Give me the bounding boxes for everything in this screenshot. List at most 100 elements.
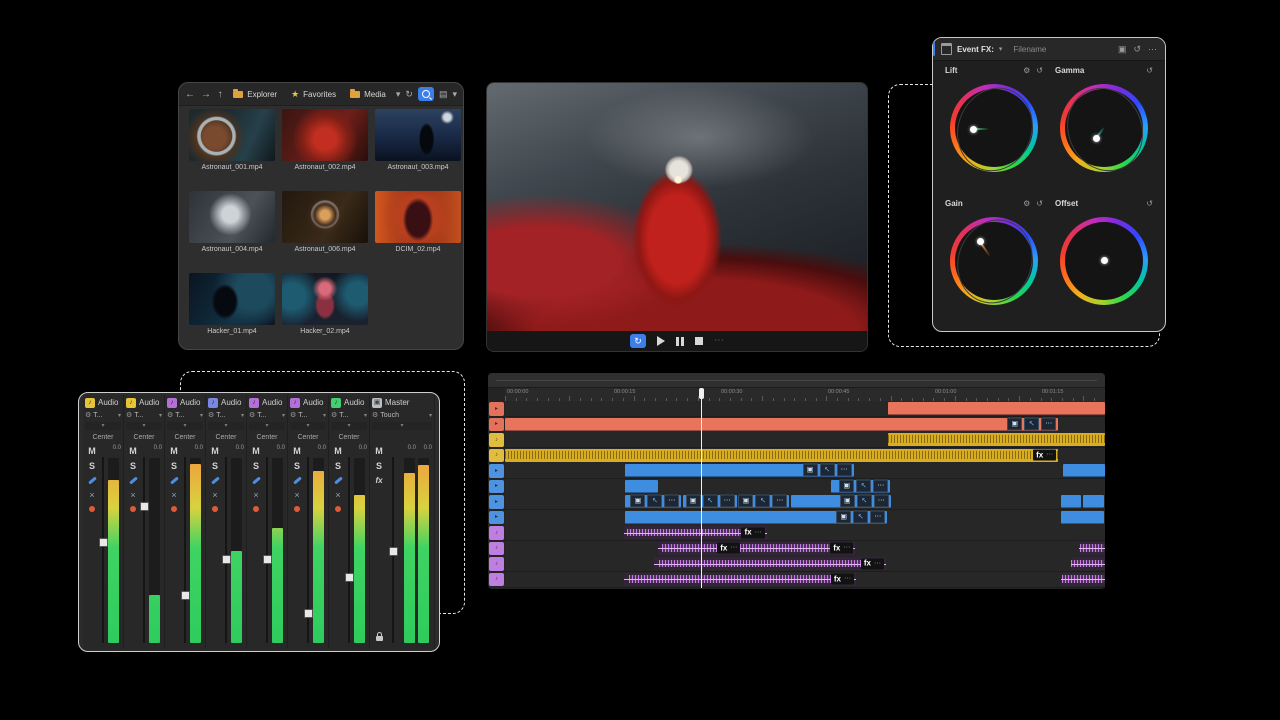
- automation-mode[interactable]: T...: [216, 412, 225, 419]
- audio-clip[interactable]: [1079, 542, 1105, 555]
- chevron-down-icon[interactable]: ▾: [200, 412, 203, 419]
- fx-more-icon[interactable]: ⋯: [844, 576, 851, 583]
- track-header-video[interactable]: ▸: [489, 480, 504, 494]
- solo-button[interactable]: S: [168, 462, 180, 471]
- file-item[interactable]: Astronaut_003.mp4: [375, 109, 461, 171]
- channel-name[interactable]: Master: [385, 398, 409, 407]
- pan-control[interactable]: Center: [249, 433, 285, 443]
- pan-control[interactable]: Center: [85, 433, 121, 443]
- file-item[interactable]: Astronaut_004.mp4: [189, 191, 275, 253]
- view-mode-icon[interactable]: ▤: [439, 89, 448, 100]
- fx-button[interactable]: fx⋯: [741, 527, 764, 538]
- chevron-down-icon[interactable]: ▾: [452, 89, 457, 100]
- chevron-down-icon[interactable]: ▾: [396, 89, 401, 100]
- record-arm-button[interactable]: [335, 506, 341, 512]
- envelope-button[interactable]: ↖: [755, 495, 770, 508]
- automation-mode[interactable]: T...: [134, 412, 143, 419]
- forward-button[interactable]: →: [201, 89, 211, 100]
- audio-clip[interactable]: fx⋯: [505, 449, 1058, 462]
- fx-more-icon[interactable]: ⋯: [843, 545, 850, 552]
- up-button[interactable]: ↑: [217, 89, 223, 100]
- track-header-audio[interactable]: ♪: [489, 573, 504, 587]
- back-button[interactable]: ←: [185, 89, 195, 100]
- color-wheel-gamma[interactable]: [1060, 84, 1148, 172]
- color-wheel-gain[interactable]: [950, 217, 1038, 305]
- clip-more-button[interactable]: ⋯: [873, 479, 888, 492]
- chevron-down-icon[interactable]: ▾: [364, 412, 367, 419]
- track-header-video[interactable]: ▸: [489, 464, 504, 478]
- track-row[interactable]: ▣↖⋯: [505, 479, 1105, 495]
- envelope-button[interactable]: ↖: [853, 510, 868, 523]
- track-row[interactable]: ▣↖⋯▣↖⋯▣↖⋯▣↖⋯: [505, 494, 1105, 510]
- pan-control[interactable]: Center: [126, 433, 162, 443]
- file-thumbnail[interactable]: [282, 109, 368, 161]
- envelope-button[interactable]: ↖: [856, 479, 871, 492]
- video-clip[interactable]: ▣↖⋯: [791, 495, 891, 508]
- crop-button[interactable]: ▣: [686, 495, 701, 508]
- clip-more-button[interactable]: ⋯: [837, 464, 852, 477]
- solo-button[interactable]: S: [332, 462, 344, 471]
- wheel-handle[interactable]: [1101, 257, 1108, 264]
- fx-more-icon[interactable]: ⋯: [1046, 452, 1053, 459]
- file-item[interactable]: Hacker_02.mp4: [282, 273, 368, 335]
- collapse-chevron[interactable]: ▾: [249, 422, 285, 430]
- mute-button[interactable]: M: [86, 447, 98, 456]
- crop-button[interactable]: ▣: [839, 479, 854, 492]
- audio-clip[interactable]: fx⋯fx⋯: [658, 542, 855, 555]
- track-header-audio[interactable]: ♪: [489, 449, 504, 463]
- crop-button[interactable]: ▣: [836, 510, 851, 523]
- gear-icon[interactable]: ⚙: [249, 412, 255, 419]
- chevron-down-icon[interactable]: ▾: [999, 45, 1003, 53]
- clip-more-button[interactable]: ⋯: [1041, 417, 1056, 430]
- fader-handle[interactable]: [140, 502, 149, 511]
- file-item[interactable]: Astronaut_001.mp4: [189, 109, 275, 171]
- fx-button[interactable]: fx: [373, 477, 385, 485]
- solo-button[interactable]: S: [127, 462, 139, 471]
- fx-button[interactable]: fx⋯: [717, 543, 740, 554]
- channel-name[interactable]: Audio: [98, 398, 118, 407]
- fx-more-icon[interactable]: ⋯: [730, 545, 737, 552]
- gear-icon[interactable]: ⚙: [372, 412, 378, 419]
- fx-button[interactable]: fx⋯: [861, 558, 884, 569]
- record-arm-button[interactable]: [130, 506, 136, 512]
- video-clip[interactable]: ▣↖⋯: [831, 480, 890, 493]
- envelope-button[interactable]: ↖: [857, 495, 872, 508]
- fader-handle[interactable]: [304, 609, 313, 618]
- sends-icon[interactable]: ×: [209, 491, 221, 500]
- track-row[interactable]: ▣↖⋯: [505, 510, 1105, 526]
- pan-control[interactable]: Center: [331, 433, 367, 443]
- mute-button[interactable]: M: [209, 447, 221, 456]
- crop-button[interactable]: ▣: [1007, 417, 1022, 430]
- reset-icon[interactable]: ↺: [1146, 199, 1153, 208]
- collapse-chevron[interactable]: ▾: [208, 422, 244, 430]
- automation-mode[interactable]: T...: [175, 412, 184, 419]
- audio-clip[interactable]: [1071, 557, 1105, 570]
- fader-handle[interactable]: [345, 573, 354, 582]
- video-clip[interactable]: [1061, 511, 1104, 524]
- chevron-down-icon[interactable]: ▾: [323, 412, 326, 419]
- video-clip[interactable]: [625, 480, 658, 493]
- tab-explorer[interactable]: Explorer: [229, 88, 281, 101]
- timeline-ruler[interactable]: 00:00:0000:00:1500:00:3000:00:4500:01:00…: [505, 388, 1105, 402]
- track-row[interactable]: fx⋯: [505, 572, 1105, 588]
- audio-clip[interactable]: [888, 433, 1105, 446]
- channel-name[interactable]: Audio: [344, 398, 364, 407]
- video-clip[interactable]: [1063, 464, 1105, 477]
- wheel-handle[interactable]: [1093, 135, 1100, 142]
- channel-name[interactable]: Audio: [262, 398, 282, 407]
- pan-control[interactable]: Center: [167, 433, 203, 443]
- file-thumbnail[interactable]: [375, 191, 461, 243]
- record-arm-button[interactable]: [212, 506, 218, 512]
- refresh-icon[interactable]: ↻: [405, 89, 413, 100]
- envelope-button[interactable]: ↖: [703, 495, 718, 508]
- automation-mode[interactable]: Touch: [380, 412, 399, 419]
- chevron-down-icon[interactable]: ▾: [282, 412, 285, 419]
- fader-handle[interactable]: [263, 555, 272, 564]
- mute-button[interactable]: M: [250, 447, 262, 456]
- fx-more-icon[interactable]: ⋯: [755, 529, 762, 536]
- track-row[interactable]: fx⋯: [505, 525, 1105, 541]
- automation-mode[interactable]: T...: [339, 412, 348, 419]
- chevron-down-icon[interactable]: ▾: [118, 412, 121, 419]
- solo-button[interactable]: S: [291, 462, 303, 471]
- chevron-down-icon[interactable]: ▾: [241, 412, 244, 419]
